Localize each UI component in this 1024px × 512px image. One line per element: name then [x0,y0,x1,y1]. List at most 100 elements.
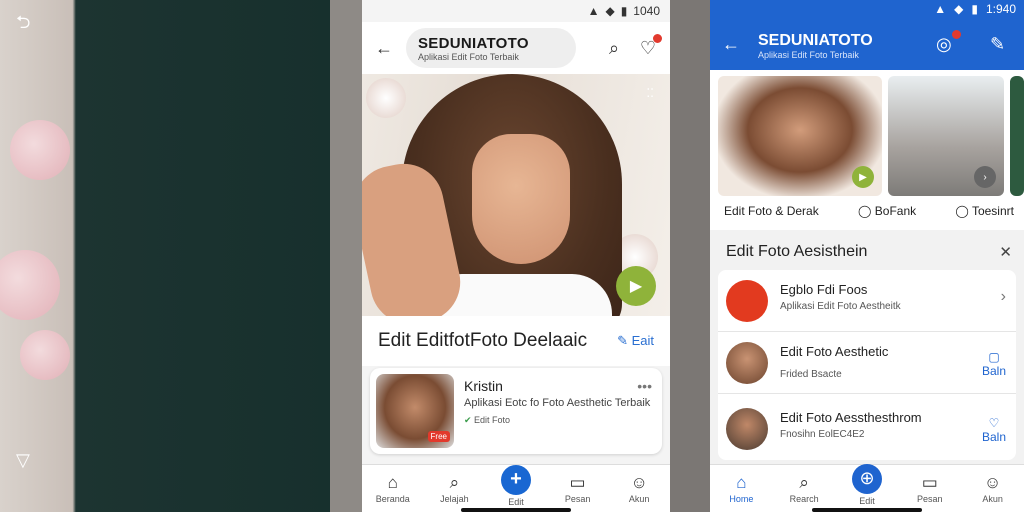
status-time: 1040 [633,4,660,18]
edit-link[interactable]: ✎ Eait [617,333,654,349]
home-icon: ⌂ [387,472,398,492]
comment-icon: ◯ [858,204,875,218]
brand-pill[interactable]: SEDUNIATOTO Aplikasi Edit Foto Terbaik [406,28,576,68]
gallery-caption[interactable]: ◯ Toesinrt [955,204,1014,218]
chat-icon: ▢ [988,350,1000,364]
list-item[interactable]: Egblo Fdi Foos Aplikasi Edit Foto Aesthe… [718,270,1016,332]
chevron-right-icon[interactable]: › [1001,288,1006,306]
avatar [726,280,768,322]
list-item-action[interactable]: ♡ Baln [982,416,1006,444]
search-icon[interactable]: ⌕ [602,36,626,60]
nav-label: Edit [508,496,524,507]
nav-label: Akun [628,493,650,504]
app-header: ← SEDUNIATOTO Aplikasi Edit Foto Terbaik… [362,22,670,74]
avatar [726,342,768,384]
home-icon: ⌂ [736,472,747,492]
brand-name: SEDUNIATOTO [418,35,529,52]
nav-item-edit[interactable]: + Edit [491,464,541,507]
flower-decoration [10,120,70,180]
notification-dot [952,30,961,39]
section-title: Edit Foto Aesisthein [726,243,868,260]
gallery-caption[interactable]: ◯ BoFank [858,204,916,218]
signal-icon: ▲ [934,2,947,16]
list-item-title: Egblo Fdi Foos [780,282,868,297]
brand-subtitle: Aplikasi Edit Foto Terbaik [758,50,859,60]
triangle-icon: ▽ [16,450,30,470]
play-icon[interactable]: ▶ [852,166,874,188]
back-arrow-icon[interactable]: ← [722,34,740,55]
nav-label: Pesan [917,493,943,504]
card-description: Aplikasi Eotc fo Foto Aesthetic Terbaik [464,397,651,409]
status-time: 1:940 [985,2,1016,16]
background-divider [670,0,710,512]
bottom-navigation: ⌂ Home ⌕ Rearch ⊕ Edit ▭ Pesan ☺ Akun [710,463,1024,512]
nav-label: Edit [859,495,875,506]
more-options-icon[interactable]: ••• [637,378,652,394]
portrait-face [472,134,570,264]
nav-item-account[interactable]: ☺ Akun [968,472,1018,504]
battery-icon: ▮ [620,4,628,18]
profile-card[interactable]: Free Kristin Aplikasi Eotc fo Foto Aesth… [370,368,662,454]
back-arrow-icon[interactable]: ← [372,36,396,60]
nav-item-messages[interactable]: ▭ Pesan [905,473,955,504]
avatar [726,408,768,450]
play-icon[interactable]: ▶ [616,266,656,306]
card-name: Kristin [464,378,503,394]
flower-decoration [20,330,70,380]
plus-icon: + [500,464,531,495]
gallery-photo[interactable] [1010,76,1024,196]
profile-icon: ☺ [983,472,1002,492]
list-item-subtitle: Frided Bsacte [780,369,842,380]
background-divider [330,0,362,512]
bottom-navigation: ⌂ Beranda ⌕ Jelajah + Edit ▭ Pesan ☺ Akun [362,464,670,512]
edit-link-label: Eait [631,333,654,348]
back-arrow-icon[interactable]: ⮌ [16,10,30,40]
nav-label: Beranda [375,493,410,504]
nav-item-messages[interactable]: ▭ Pesan [553,473,603,504]
gallery-photo[interactable]: › [888,76,1004,196]
close-icon[interactable]: ✕ [999,243,1012,261]
notification-icon[interactable]: ♡ [636,34,662,60]
status-bar: ▲ ◆ ▮ 1:940 [710,0,1024,18]
section-header: Edit Foto Aesisthein ✕ [710,236,1024,268]
status-bar: ▲ ◆ ▮ 1040 [362,0,670,22]
hero-image[interactable]: ⁚⁚ ▶ [362,74,670,316]
gallery-captions: Edit Foto & Derak ◯ BoFank ◯ Toesinrt [710,204,1024,218]
list-item-subtitle: Fnosihn EolEC4E2 [780,429,865,440]
chat-icon[interactable]: ◎ [936,34,952,55]
nav-label: Home [729,493,754,504]
list-item[interactable]: Edit Foto Aessthesthrom Fnosihn EolEC4E2… [718,398,1016,460]
nav-label: Rearch [789,493,819,504]
search-icon: ⌕ [449,472,460,492]
next-icon[interactable]: › [974,166,996,188]
plus-icon: ⊕ [851,463,882,494]
phone-screen-1: ▲ ◆ ▮ 1040 ← SEDUNIATOTO Aplikasi Edit F… [362,0,670,512]
list-item[interactable]: Edit Foto Aesthetic Frided Bsacte ▢ Baln [718,332,1016,394]
nav-item-edit[interactable]: ⊕ Edit [842,463,892,506]
pen-icon[interactable]: ✎ [990,34,1005,55]
home-indicator [461,508,571,512]
gallery-caption[interactable]: Edit Foto & Derak [724,204,819,218]
nav-item-search[interactable]: ⌕ Jelajah [429,472,479,504]
gallery-photo[interactable]: ▶ [718,76,882,196]
search-icon: ⌕ [799,472,809,492]
card-meta-text: Edit Foto [474,415,511,425]
comment-icon: ◯ [955,204,972,218]
notification-dot [653,34,662,43]
list-item-action[interactable]: ▢ Baln [982,350,1006,378]
flower-decoration [0,250,60,320]
gallery-caption-text: BoFank [874,204,917,218]
nav-item-home[interactable]: ⌂ Beranda [368,472,418,504]
list-item-action-label: Baln [981,430,1006,444]
flower-decoration [366,78,406,118]
nav-label: Jelajah [440,493,469,504]
nav-item-home[interactable]: ⌂ Home [716,472,766,504]
app-header: ▲ ◆ ▮ 1:940 ← SEDUNIATOTO Aplikasi Edit … [710,0,1024,70]
expand-icon[interactable]: ⁚⁚ [646,86,654,100]
nav-item-search[interactable]: ⌕ Rearch [779,472,829,504]
photo-gallery: ▶ › Edit Foto & Derak ◯ BoFank ◯ Toesinr… [710,70,1024,230]
card-meta: ✔ Edit Foto [464,415,654,426]
brand-subtitle: Aplikasi Edit Foto Terbaik [418,52,519,62]
nav-label: Pesan [564,493,591,504]
nav-item-account[interactable]: ☺ Akun [614,473,664,504]
